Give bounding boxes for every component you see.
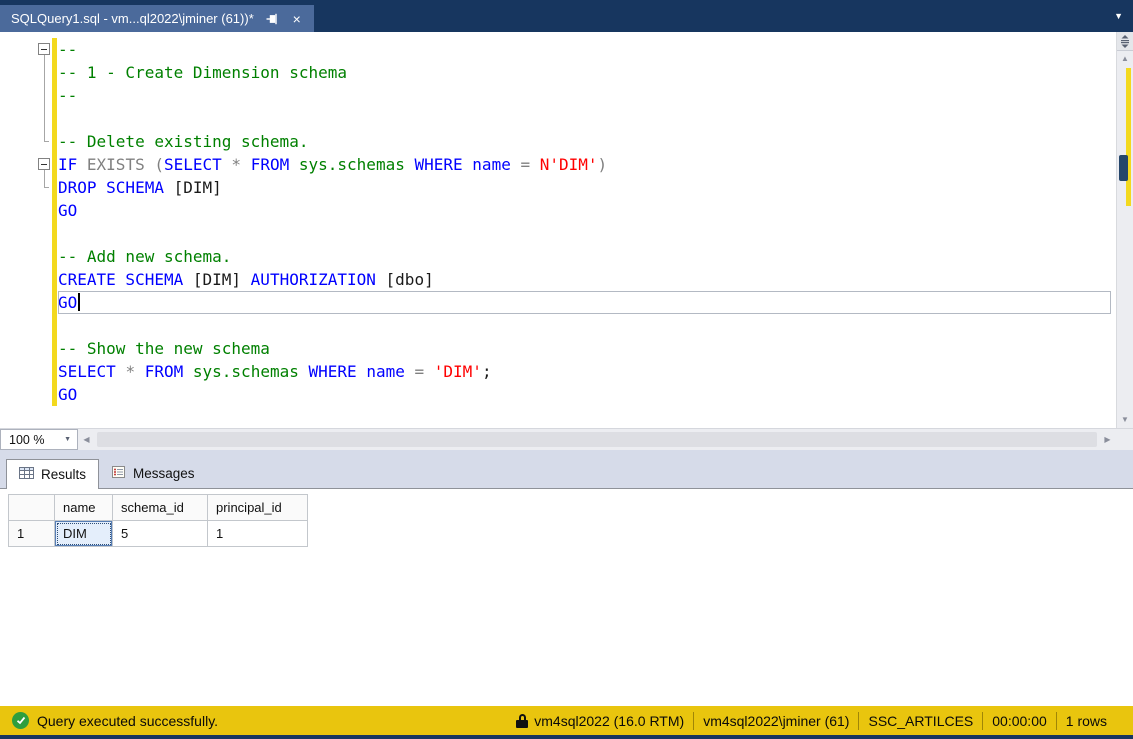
scrollbar-thumb[interactable] <box>1119 155 1128 181</box>
code-editor: ---- 1 - Create Dimension schema-- -- Del… <box>0 32 1133 428</box>
code-line[interactable]: GO <box>58 199 1111 222</box>
document-tab[interactable]: SQLQuery1.sql - vm...ql2022\jminer (61))… <box>0 5 314 32</box>
zoom-value: 100 % <box>9 433 44 447</box>
scroll-right-icon[interactable]: ▶ <box>1099 429 1116 450</box>
scrollbar-change-annotation <box>1126 68 1131 206</box>
code-line[interactable]: IF EXISTS (SELECT * FROM sys.schemas WHE… <box>58 153 1111 176</box>
outline-gutter <box>0 32 58 428</box>
fold-end-tick <box>44 187 49 188</box>
zoom-dropdown[interactable]: 100 % ▼ <box>0 429 78 450</box>
column-header-name[interactable]: name <box>55 495 113 521</box>
minus-icon <box>41 164 47 165</box>
pin-icon[interactable] <box>265 12 279 26</box>
grid-cell-schema-id[interactable]: 5 <box>113 521 208 547</box>
execution-time: 00:00:00 <box>992 713 1047 729</box>
code-line[interactable] <box>58 107 1111 130</box>
server-name: vm4sql2022 (16.0 RTM) <box>534 713 684 729</box>
code-line[interactable]: SELECT * FROM sys.schemas WHERE name = '… <box>58 360 1111 383</box>
scroll-down-icon[interactable]: ▼ <box>1117 412 1133 427</box>
database-name: SSC_ARTILCES <box>868 713 973 729</box>
results-panel: name schema_id principal_id 1 DIM 5 1 <box>0 488 1133 706</box>
split-window-handle[interactable] <box>1117 32 1133 51</box>
success-icon <box>12 712 29 729</box>
grid-cell-name[interactable]: DIM <box>55 521 113 547</box>
tab-results-label: Results <box>41 467 86 482</box>
horizontal-scrollbar[interactable] <box>95 429 1099 450</box>
statusbar-divider <box>982 712 983 730</box>
code-area[interactable]: ---- 1 - Create Dimension schema-- -- Del… <box>58 38 1111 406</box>
fold-connector-line <box>44 55 45 141</box>
vertical-scrollbar[interactable]: ▲ ▼ <box>1116 32 1133 428</box>
close-icon[interactable]: × <box>290 12 304 26</box>
statusbar-divider <box>693 712 694 730</box>
horizontal-scrollbar-thumb[interactable] <box>97 432 1097 447</box>
scrollbar-corner <box>1116 429 1133 450</box>
grid-cell-principal-id[interactable]: 1 <box>208 521 308 547</box>
tab-messages-label: Messages <box>133 466 195 481</box>
document-tab-bar: SQLQuery1.sql - vm...ql2022\jminer (61))… <box>0 0 1133 32</box>
editor-bottom-bar: 100 % ▼ ◀ ▶ <box>0 428 1133 450</box>
messages-icon <box>111 465 126 482</box>
statusbar-divider <box>858 712 859 730</box>
code-line[interactable]: -- 1 - Create Dimension schema <box>58 61 1111 84</box>
column-header-schema-id[interactable]: schema_id <box>113 495 208 521</box>
code-line[interactable]: GO <box>58 291 1111 314</box>
window-bottom-edge <box>0 735 1133 739</box>
collapse-region-icon[interactable] <box>38 43 50 55</box>
fold-connector-line <box>44 170 45 187</box>
statusbar-divider <box>1056 712 1057 730</box>
results-grid: name schema_id principal_id 1 DIM 5 1 <box>8 494 308 547</box>
row-header[interactable]: 1 <box>9 521 55 547</box>
code-line[interactable]: -- <box>58 84 1111 107</box>
tab-list-dropdown-icon[interactable]: ▼ <box>1114 11 1123 21</box>
scroll-left-icon[interactable]: ◀ <box>78 429 95 450</box>
results-tab-bar: Results Messages <box>0 450 1133 488</box>
code-line[interactable]: CREATE SCHEMA [DIM] AUTHORIZATION [dbo] <box>58 268 1111 291</box>
login-name: vm4sql2022\jminer (61) <box>703 713 849 729</box>
code-line[interactable]: -- Delete existing schema. <box>58 130 1111 153</box>
lock-icon <box>516 714 528 728</box>
tab-messages[interactable]: Messages <box>99 458 207 488</box>
row-count: 1 rows <box>1066 713 1107 729</box>
code-line[interactable]: DROP SCHEMA [DIM] <box>58 176 1111 199</box>
grid-corner-cell[interactable] <box>9 495 55 521</box>
connection-info: vm4sql2022 (16.0 RTM) <box>516 713 684 729</box>
scroll-up-icon[interactable]: ▲ <box>1117 51 1133 66</box>
ssms-window: SQLQuery1.sql - vm...ql2022\jminer (61))… <box>0 0 1133 739</box>
code-line[interactable]: GO <box>58 383 1111 406</box>
grid-header-row: name schema_id principal_id <box>9 495 308 521</box>
collapse-region-icon[interactable] <box>38 158 50 170</box>
grid-row: 1 DIM 5 1 <box>9 521 308 547</box>
zoom-dropdown-arrow-icon[interactable]: ▼ <box>64 436 71 443</box>
status-bar: Query executed successfully. vm4sql2022 … <box>0 706 1133 735</box>
fold-end-tick <box>44 141 49 142</box>
text-caret <box>78 293 80 311</box>
status-message: Query executed successfully. <box>37 713 218 729</box>
results-grid-icon <box>19 466 34 483</box>
track-changes-bar <box>52 38 57 406</box>
column-header-principal-id[interactable]: principal_id <box>208 495 308 521</box>
minus-icon <box>41 49 47 50</box>
code-line[interactable]: -- Add new schema. <box>58 245 1111 268</box>
code-line[interactable]: -- <box>58 38 1111 61</box>
document-tab-title: SQLQuery1.sql - vm...ql2022\jminer (61))… <box>11 11 254 26</box>
code-line[interactable] <box>58 314 1111 337</box>
code-line[interactable] <box>58 222 1111 245</box>
tab-results[interactable]: Results <box>6 459 99 489</box>
code-line[interactable]: -- Show the new schema <box>58 337 1111 360</box>
